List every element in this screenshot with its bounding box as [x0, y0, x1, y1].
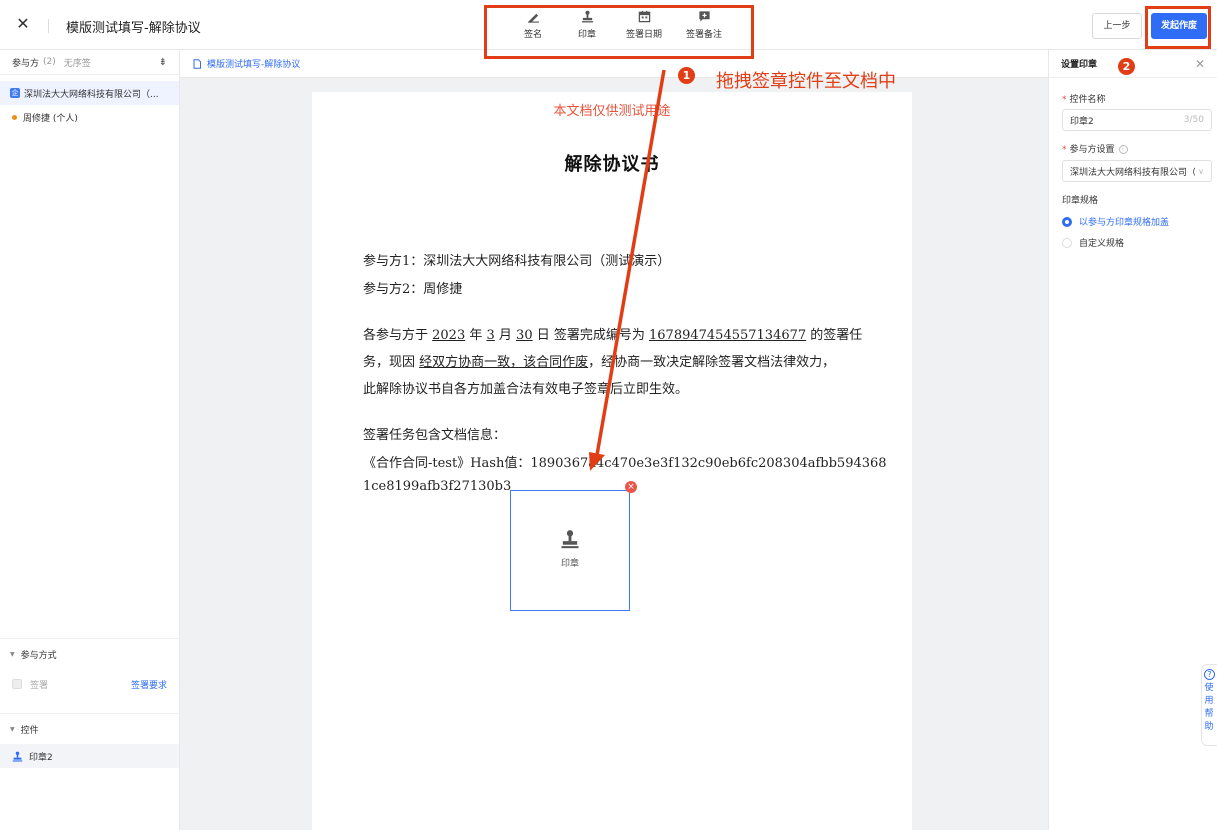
party-name: 深圳法大大网络科技有限公司（...	[24, 89, 159, 100]
label-text: 控件名称	[1069, 95, 1106, 105]
paragraph-line-2: 务，现因 经双方协商一致，该合同作废，经协商一致决定解除签署文档法律效力，	[363, 351, 835, 370]
docs-info-label: 签署任务包含文档信息：	[363, 428, 507, 443]
hash-line-2: 1ce8199afb3f27130b3	[363, 479, 512, 494]
document-page: 本文档仅供测试用途 解除协议书 参与方1：深圳法大大网络科技有限公司（测试演示）…	[312, 92, 912, 830]
char-count: 3/50	[1183, 115, 1204, 125]
party1-line: 参与方1：深圳法大大网络科技有限公司（测试演示）	[363, 254, 671, 269]
month-value: 3	[486, 328, 495, 343]
highlight-toolbar-box	[484, 5, 754, 59]
radio-selected	[1062, 216, 1072, 227]
company-badge-icon: 企	[10, 88, 20, 98]
stamp-control-label: 印章	[560, 559, 579, 569]
radio-unselected	[1062, 237, 1072, 248]
caret-down-icon: ▼	[10, 650, 15, 658]
text: 月	[494, 328, 517, 343]
paragraph-line-1: 各参与方于 2023 年 3 月 30 日 签署完成编号为 1678947454…	[363, 324, 862, 343]
spec-option-label: 自定义规格	[1079, 239, 1125, 249]
breadcrumb-document[interactable]: 模版测试填写-解除协议	[207, 57, 300, 70]
delete-control-icon[interactable]: ×	[625, 481, 637, 493]
stamp-control[interactable]: 印章	[510, 490, 630, 611]
person-dot-icon	[12, 114, 17, 120]
stamp-icon	[12, 751, 23, 762]
settings-title: 设置印章	[1061, 60, 1098, 70]
step-1-instruction: 拖拽签章控件至文档中	[716, 71, 896, 92]
document-icon	[193, 58, 201, 69]
label-text: 参与方设置	[1069, 145, 1115, 155]
void-reason: 经双方协商一致，该合同作废	[419, 355, 589, 370]
participants-header: 参与方 (2) 无序签 ⇟	[0, 50, 179, 75]
control-item-label: 印章2	[29, 752, 53, 763]
control-item-stamp[interactable]: 印章2	[0, 744, 179, 768]
party2-line: 参与方2：周修捷	[363, 282, 463, 297]
help-tab[interactable]: ? 使用帮助	[1201, 664, 1217, 746]
document-title: 解除协议书	[564, 154, 660, 175]
signing-order-label: 无序签	[63, 58, 91, 69]
close-icon[interactable]: ✕	[1195, 57, 1205, 71]
participants-label: 参与方	[12, 58, 40, 69]
controls-label: 控件	[20, 725, 39, 736]
step-1-badge: 1	[678, 67, 695, 84]
text: ，经协商一致决定解除签署文档法律效力，	[588, 355, 836, 370]
party-select[interactable]: 深圳法大大网络科技有限公司（测 ∨	[1062, 160, 1212, 182]
sign-requirement-link[interactable]: 签署要求	[131, 678, 167, 691]
step-2-badge: 2	[1118, 58, 1135, 75]
participants-panel: 参与方 (2) 无序签 ⇟ 企 深圳法大大网络科技有限公司（... 周修捷 (个…	[0, 50, 180, 830]
previous-step-button[interactable]: 上一步	[1092, 13, 1142, 39]
participants-count: (2)	[43, 57, 56, 67]
control-name-input[interactable]: 印章2 3/50	[1062, 109, 1212, 131]
party-name: 周修捷 (个人)	[23, 113, 78, 124]
paragraph-line-3: 此解除协议书自各方加盖合法有效电子签章后立即生效。	[363, 382, 689, 397]
hash-line-1: 《合作合同-test》Hash值：1890367a4c470e3e3f132c9…	[363, 456, 887, 471]
text: 的签署任	[806, 328, 863, 343]
spec-option-party[interactable]: 以参与方印章规格加盖	[1062, 215, 1169, 228]
party-select-value: 深圳法大大网络科技有限公司（测	[1070, 167, 1195, 178]
participation-mode-header[interactable]: ▼ 参与方式	[0, 639, 179, 669]
participation-mode-label: 参与方式	[20, 650, 57, 661]
document-canvas: 模版测试填写-解除协议 本文档仅供测试用途 解除协议书 参与方1：深圳法大大网络…	[180, 50, 1048, 830]
sign-option-row: 签署 签署要求	[0, 669, 179, 699]
party-setting-label: * 参与方设置 i	[1062, 142, 1128, 155]
spec-option-custom[interactable]: 自定义规格	[1062, 236, 1124, 249]
seal-spec-label: 印章规格	[1062, 196, 1099, 206]
highlight-send-box	[1145, 6, 1211, 49]
controls-section: ▼ 控件 印章2	[0, 713, 179, 768]
year-value: 2023	[432, 328, 466, 343]
settings-panel: 设置印章 ✕ * 控件名称 印章2 3/50 * 参与方设置 i 深圳法大大网络科技有…	[1048, 50, 1217, 830]
help-text: 使用帮助	[1204, 683, 1214, 732]
day-value: 30	[516, 328, 533, 343]
controls-header[interactable]: ▼ 控件	[0, 714, 179, 744]
help-icon: ?	[1204, 669, 1215, 680]
chevron-down-icon: ∨	[1198, 166, 1204, 176]
page-title: 模版测试填写-解除协议	[66, 21, 201, 36]
caret-down-icon: ▼	[10, 725, 15, 733]
header-divider	[48, 19, 49, 33]
control-name-value: 印章2	[1070, 116, 1094, 127]
task-number: 1678947454557134677	[649, 328, 807, 343]
text: 各参与方于	[363, 328, 433, 343]
party-person[interactable]: 周修捷 (个人)	[0, 105, 179, 129]
control-name-label: * 控件名称	[1062, 95, 1106, 105]
test-watermark: 本文档仅供测试用途	[553, 104, 671, 119]
text: 日 签署完成编号为	[532, 328, 649, 343]
party-company[interactable]: 企 深圳法大大网络科技有限公司（...	[0, 81, 179, 105]
stamp-control-content: 印章	[511, 529, 629, 569]
text: 年	[465, 328, 487, 343]
text: 务，现因	[363, 355, 420, 370]
close-icon[interactable]: ✕	[14, 14, 32, 33]
sort-icon[interactable]: ⇟	[159, 57, 167, 68]
stamp-icon	[561, 530, 579, 549]
spec-option-label: 以参与方印章规格加盖	[1079, 218, 1170, 228]
sign-label: 签署	[30, 680, 49, 691]
participation-mode-section: ▼ 参与方式 签署 签署要求	[0, 638, 179, 699]
sign-checkbox[interactable]	[12, 679, 22, 689]
info-icon[interactable]: i	[1118, 145, 1128, 154]
